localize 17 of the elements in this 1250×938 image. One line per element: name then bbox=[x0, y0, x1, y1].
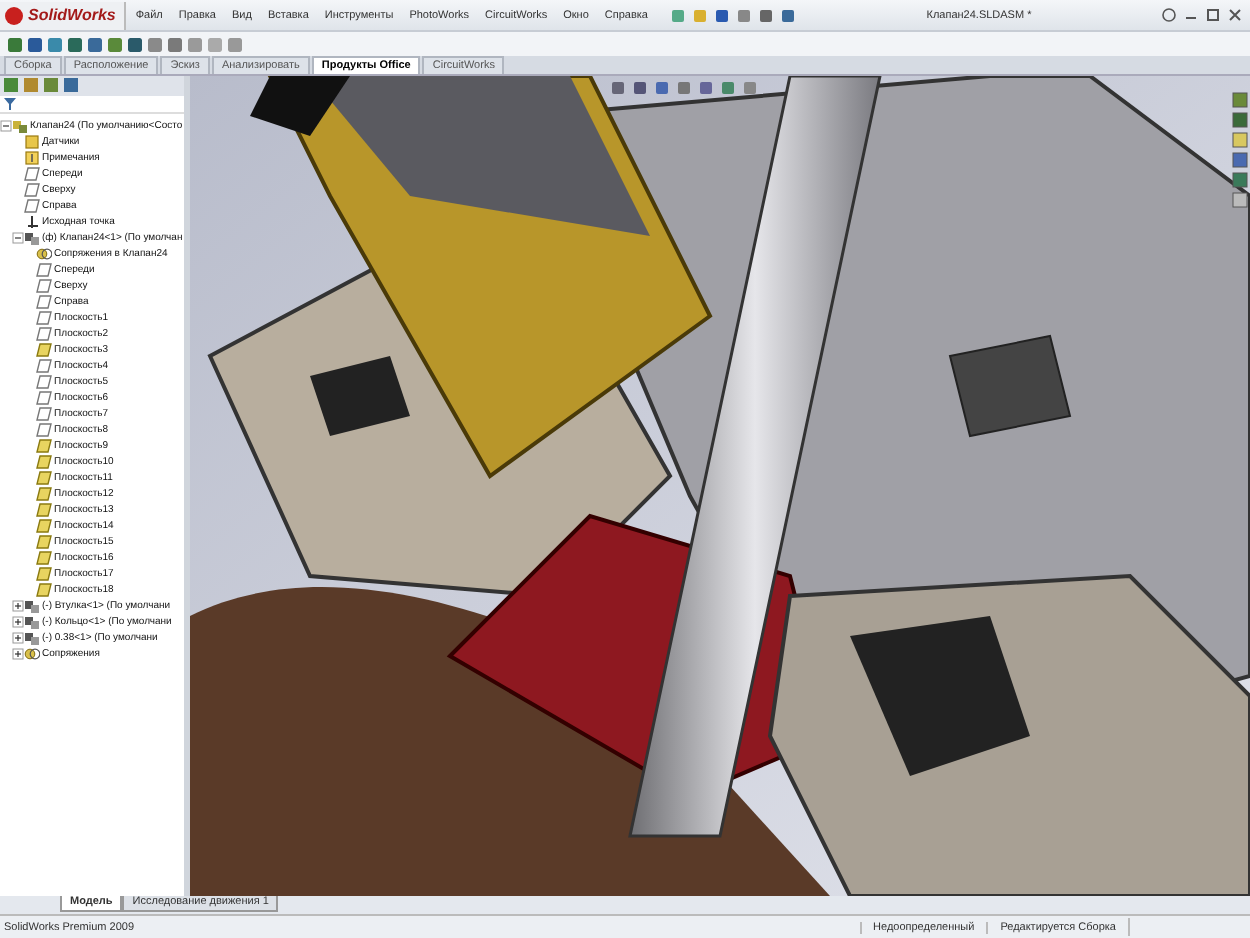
notes-icon bbox=[24, 150, 40, 166]
app-logo: SolidWorks bbox=[0, 1, 126, 29]
expand-icon[interactable] bbox=[12, 600, 24, 612]
assembly-icon bbox=[12, 118, 28, 134]
maximize-icon[interactable] bbox=[1206, 8, 1220, 22]
expand-icon[interactable] bbox=[12, 616, 24, 628]
collapse-icon[interactable] bbox=[12, 232, 24, 244]
mates-icon bbox=[24, 646, 40, 662]
help-icon[interactable] bbox=[1162, 8, 1176, 22]
collapse-icon[interactable] bbox=[0, 120, 12, 132]
origin-icon bbox=[24, 214, 40, 230]
part-icon bbox=[24, 230, 40, 246]
expand-icon[interactable] bbox=[12, 632, 24, 644]
sensors-icon bbox=[24, 134, 40, 150]
close-icon[interactable] bbox=[1228, 8, 1242, 22]
mates-icon bbox=[36, 246, 52, 262]
expand-icon[interactable] bbox=[12, 648, 24, 660]
